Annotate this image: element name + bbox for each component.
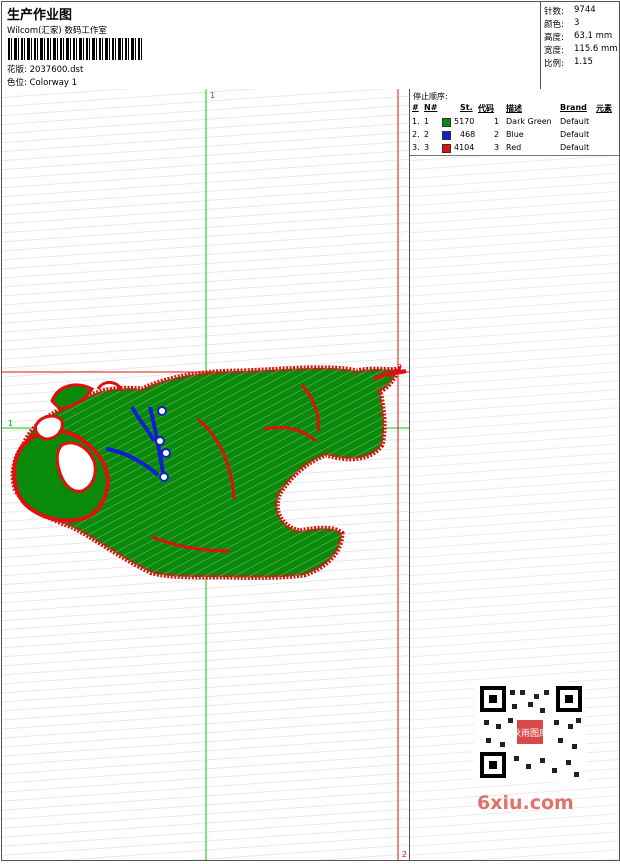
embroidery-preview: 1 1 2 2 (2, 89, 409, 860)
watermark-logo: 6xiu.com (477, 792, 574, 814)
stop-order-title: 停止顺序: (413, 92, 448, 101)
stat-stitches: 针数: 9744 (544, 5, 596, 17)
file-label: 花版: (7, 65, 27, 75)
table-row: 1. 1 5170 1 Dark Green Default (412, 117, 590, 127)
col-element: 元素 (596, 104, 612, 113)
stat-scale: 比例: 1.15 (544, 57, 593, 69)
colorway-label: 色位: (7, 78, 27, 88)
col-code: 代码 (478, 104, 494, 113)
page-title: 生产作业图 (7, 8, 73, 23)
stat-colors: 颜色: 3 (544, 18, 580, 30)
table-row: 2. 2 468 2 Blue Default (412, 130, 590, 140)
table-row: 3. 3 4104 3 Red Default (412, 143, 590, 153)
stat-width: 宽度: 115.6 mm (544, 44, 618, 56)
qr-stamp: 秋雨图库 (512, 727, 548, 739)
collar-stud-2 (155, 436, 165, 446)
bulldog-design (10, 365, 407, 580)
stop-order-table: 停止顺序: # N# St. 代码 描述 Brand 元素 1. 1 5170 … (410, 89, 619, 156)
file-line: 花版: 2037600.dst (7, 63, 83, 75)
colorway-line: 色位: Colorway 1 (7, 76, 77, 88)
stat-height: 高度: 63.1 mm (544, 31, 613, 43)
col-needle: N# (424, 103, 438, 112)
color-swatch (442, 144, 451, 153)
color-swatch (442, 131, 451, 140)
design-canvas: 1 1 2 2 (2, 89, 410, 860)
col-stitches: St. (460, 103, 473, 112)
qr-image: 秋雨图库 (480, 686, 582, 778)
barcode (8, 38, 142, 60)
marker-bottom: 2 (402, 850, 407, 859)
collar-stud-1 (157, 406, 167, 416)
col-index: # (412, 103, 419, 112)
col-brand: Brand (560, 103, 587, 112)
sheet-header: 生产作业图 Wilcom(汇家) 数码工作室 花版: 2037600.dst 色… (2, 2, 619, 90)
colorway-name: Colorway 1 (29, 78, 78, 88)
production-sheet: 生产作业图 Wilcom(汇家) 数码工作室 花版: 2037600.dst 色… (1, 1, 620, 861)
stats-box: 针数: 9744 颜色: 3 高度: 63.1 mm 宽度: 115.6 mm 比例: 1… (540, 2, 620, 89)
collar-stud-3 (161, 448, 171, 458)
studio-name: Wilcom(汇家) 数码工作室 (7, 26, 107, 36)
file-name: 2037600.dst (29, 65, 84, 75)
marker-top: 1 (210, 91, 215, 100)
collar-stud-4 (159, 472, 169, 482)
eye (34, 414, 64, 441)
color-swatch (442, 118, 451, 127)
col-desc: 描述 (506, 104, 522, 113)
qr-code: 秋雨图库 (474, 682, 586, 782)
marker-left: 1 (8, 419, 13, 428)
